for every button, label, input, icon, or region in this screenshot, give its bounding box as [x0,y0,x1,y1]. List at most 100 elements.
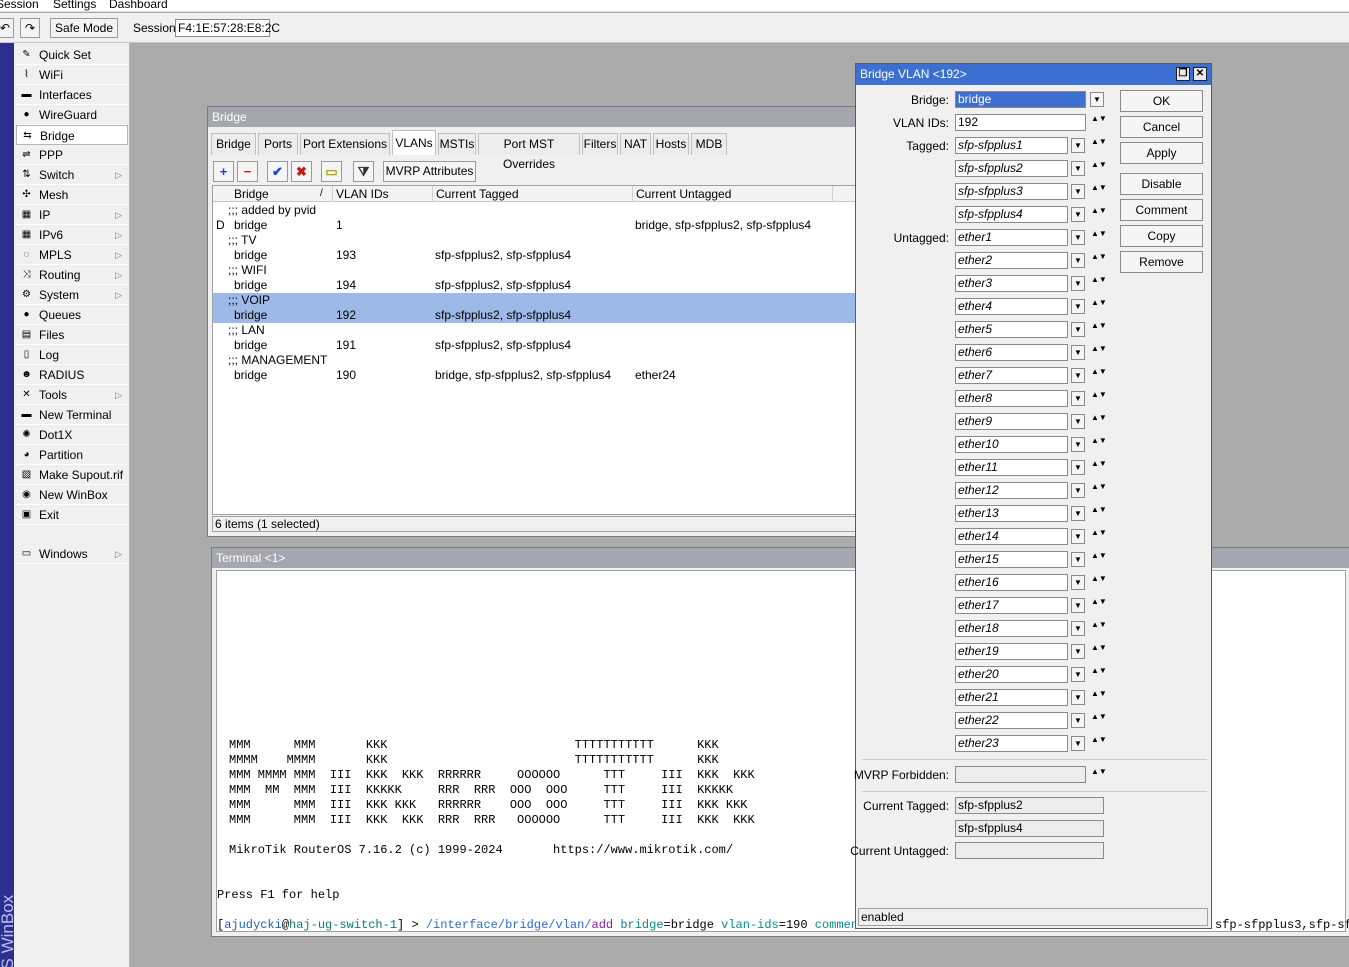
chevron-down-icon[interactable]: ▼ [1071,184,1085,199]
up-down-icon[interactable]: ▲▼ [1091,644,1107,660]
untagged-select[interactable]: ether22 [955,712,1068,729]
up-down-icon[interactable]: ▲▼ [1091,299,1107,315]
mvrp-attributes-button[interactable]: MVRP Attributes [383,161,476,182]
untagged-select[interactable]: ether2 [955,252,1068,269]
sidebar-item-wifi[interactable]: ⌇ WiFi [16,65,128,85]
sidebar-item-routing[interactable]: ⤨ Routing ▷ [16,265,128,285]
chevron-down-icon[interactable]: ▼ [1071,713,1085,728]
tab-hosts[interactable]: Hosts [653,133,689,155]
up-down-icon[interactable]: ▲▼ [1091,161,1107,177]
untagged-select[interactable]: ether11 [955,459,1068,476]
sidebar-item-partition[interactable]: ◕ Partition [16,445,128,465]
remove-button[interactable]: Remove [1120,251,1203,273]
table-row[interactable]: bridge 194 sfp-sfpplus2, sfp-sfpplus4 [213,278,855,293]
up-down-icon[interactable]: ▲▼ [1091,414,1107,430]
sidebar-item-ipv6[interactable]: ▦ IPv6 ▷ [16,225,128,245]
sidebar-item-dot1x[interactable]: ✺ Dot1X [16,425,128,445]
bridge-select[interactable]: bridge [955,91,1086,108]
up-down-icon[interactable]: ▲▼ [1091,345,1107,361]
untagged-select[interactable]: ether1 [955,229,1068,246]
untagged-select[interactable]: ether19 [955,643,1068,660]
tab-port-extensions[interactable]: Port Extensions [300,133,390,155]
table-row[interactable]: bridge 190 bridge, sfp-sfpplus2, sfp-sfppl… [213,368,855,383]
sidebar-item-wireguard[interactable]: ● WireGuard [16,105,128,125]
up-down-icon[interactable]: ▲▼ [1091,138,1107,154]
chevron-down-icon[interactable]: ▼ [1071,621,1085,636]
up-down-icon[interactable]: ▲▼ [1091,115,1107,131]
up-down-icon[interactable]: ▲▼ [1091,506,1107,522]
sidebar-item-switch[interactable]: ⇅ Switch ▷ [16,165,128,185]
tab-vlans[interactable]: VLANs [392,130,436,155]
up-down-icon[interactable]: ▲▼ [1091,483,1107,499]
table-comment-row[interactable]: ;;; VOIP [213,293,855,308]
chevron-down-icon[interactable]: ▼ [1071,598,1085,613]
sidebar-item-new-winbox[interactable]: ◉ New WinBox [16,485,128,505]
chevron-down-icon[interactable]: ▼ [1071,253,1085,268]
comment-icon[interactable]: ▭ [321,161,342,182]
up-down-icon[interactable]: ▲▼ [1091,690,1107,706]
untagged-select[interactable]: ether16 [955,574,1068,591]
up-down-icon[interactable]: ▲▼ [1091,391,1107,407]
chevron-down-icon[interactable]: ▼ [1071,736,1085,751]
tagged-select[interactable]: sfp-sfpplus4 [955,206,1068,223]
up-down-icon[interactable]: ▲▼ [1091,575,1107,591]
untagged-select[interactable]: ether13 [955,505,1068,522]
sidebar-item-tools[interactable]: ✕ Tools ▷ [16,385,128,405]
chevron-down-icon[interactable]: ▼ [1071,138,1085,153]
chevron-down-icon[interactable]: ▼ [1071,230,1085,245]
sidebar-item-make-supout-rif[interactable]: ▧ Make Supout.rif [16,465,128,485]
up-down-icon[interactable]: ▲▼ [1091,184,1107,200]
chevron-down-icon[interactable]: ▼ [1071,437,1085,452]
vlan-ids-input[interactable]: 192 [955,114,1086,131]
untagged-select[interactable]: ether23 [955,735,1068,752]
up-down-icon[interactable]: ▲▼ [1091,253,1107,269]
disable-icon[interactable]: ✖ [291,161,312,182]
mvrp-forbidden-field[interactable] [955,766,1086,783]
redo-icon[interactable]: ↷ [20,18,40,38]
bridge-window-title[interactable]: Bridge [208,107,856,127]
chevron-down-icon[interactable]: ▼ [1071,483,1085,498]
chevron-down-icon[interactable]: ▼ [1071,644,1085,659]
chevron-down-icon[interactable]: ▼ [1071,391,1085,406]
comment-button[interactable]: Comment [1120,199,1203,221]
table-row[interactable]: bridge 193 sfp-sfpplus2, sfp-sfpplus4 [213,248,855,263]
enable-icon[interactable]: ✔ [267,161,288,182]
up-down-icon[interactable]: ▲▼ [1091,667,1107,683]
up-down-icon[interactable]: ▲▼ [1091,621,1107,637]
up-down-icon[interactable]: ▲▼ [1091,437,1107,453]
up-down-icon[interactable]: ▲▼ [1091,322,1107,338]
table-comment-row[interactable]: ;;; WIFI [213,263,855,278]
close-icon[interactable]: ✕ [1193,67,1207,81]
chevron-down-icon[interactable]: ▼ [1071,276,1085,291]
up-down-icon[interactable]: ▲▼ [1091,768,1107,784]
up-down-icon[interactable]: ▲▼ [1091,460,1107,476]
table-comment-row[interactable]: ;;; LAN [213,323,855,338]
up-down-icon[interactable]: ▲▼ [1091,736,1107,752]
sidebar-item-interfaces[interactable]: ▬ Interfaces [16,85,128,105]
tab-port-mst-overrides[interactable]: Port MST Overrides [478,133,580,171]
col-current-tagged[interactable]: Current Tagged [433,186,633,202]
untagged-select[interactable]: ether18 [955,620,1068,637]
untagged-select[interactable]: ether5 [955,321,1068,338]
untagged-select[interactable]: ether7 [955,367,1068,384]
table-row[interactable]: bridge 192 sfp-sfpplus2, sfp-sfpplus4 [213,308,855,323]
menu-settings[interactable]: Settings [53,0,96,11]
table-row[interactable]: Dbridge 1 bridge, sfp-sfpplus2, sfp-sfpplu… [213,218,855,233]
sidebar-item-bridge[interactable]: ⇆ Bridge [16,125,128,145]
tab-filters[interactable]: Filters [582,133,618,155]
chevron-down-icon[interactable]: ▼ [1071,207,1085,222]
sidebar-item-radius[interactable]: ☻ RADIUS [16,365,128,385]
untagged-select[interactable]: ether20 [955,666,1068,683]
tab-mstis[interactable]: MSTIs [438,133,476,155]
chevron-down-icon[interactable]: ▼ [1071,460,1085,475]
untagged-select[interactable]: ether9 [955,413,1068,430]
sidebar-item-new-terminal[interactable]: ▬ New Terminal [16,405,128,425]
remove-icon[interactable]: − [237,161,258,182]
chevron-down-icon[interactable]: ▼ [1071,506,1085,521]
up-down-icon[interactable]: ▲▼ [1091,713,1107,729]
chevron-down-icon[interactable]: ▼ [1071,345,1085,360]
sidebar-item-windows[interactable]: ▭ Windows ▷ [16,544,128,564]
apply-button[interactable]: Apply [1120,142,1203,164]
tagged-select[interactable]: sfp-sfpplus3 [955,183,1068,200]
tab-bridge[interactable]: Bridge [211,133,256,155]
